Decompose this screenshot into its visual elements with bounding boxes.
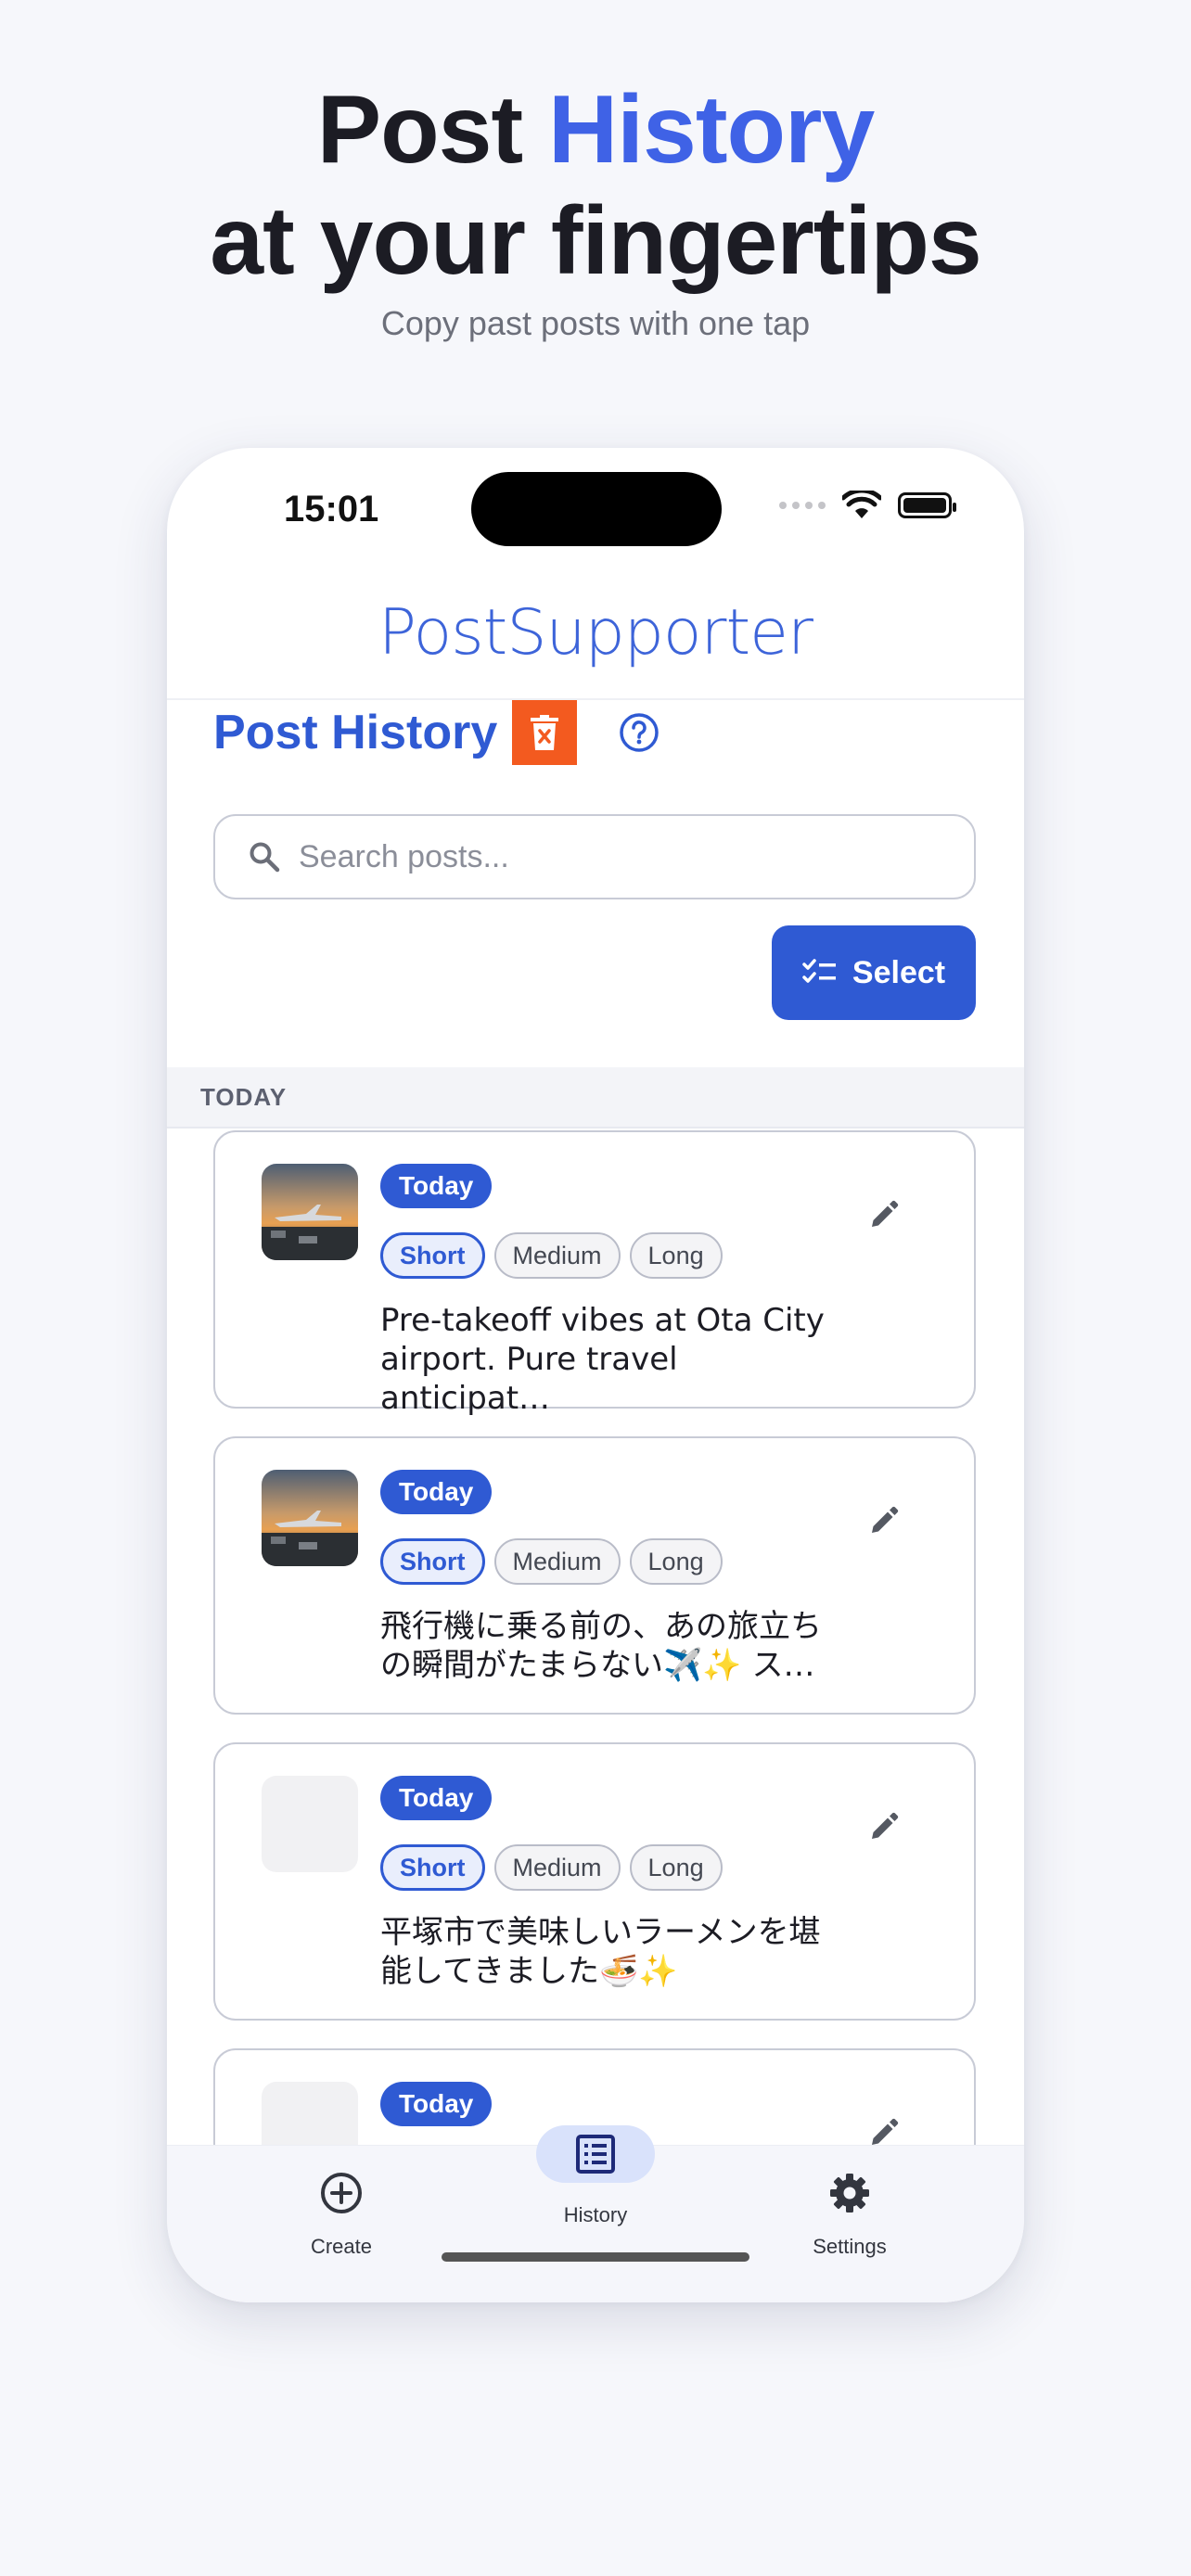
edit-pencil-icon[interactable] [868, 2117, 900, 2149]
cellular-signal-icon [779, 502, 826, 509]
hero-headline-line1: Post History [0, 74, 1191, 185]
dynamic-island [471, 472, 722, 546]
search-icon [250, 842, 280, 873]
date-badge: Today [380, 2082, 493, 2126]
post-thumbnail [262, 1164, 358, 1260]
post-history-header: Post History [213, 698, 660, 767]
select-button[interactable]: Select [772, 925, 976, 1020]
select-button-label: Select [852, 954, 946, 990]
post-text: Pre-takeoff vibes at Ota City airport. P… [380, 1302, 825, 1417]
chip-medium[interactable]: Medium [493, 1232, 621, 1279]
post-thumbnail-placeholder [262, 1776, 358, 1872]
delete-all-button[interactable] [512, 700, 578, 765]
tab-history-indicator [536, 2125, 655, 2183]
airport-sunset-image [262, 1164, 358, 1260]
app-title: PostSupporter [378, 596, 813, 670]
page-title: Post History [213, 706, 498, 759]
list-icon [576, 2135, 615, 2174]
tab-history[interactable]: History [503, 2125, 688, 2227]
checklist-icon [802, 959, 836, 983]
tab-settings[interactable]: Settings [757, 2146, 942, 2259]
search-input[interactable]: Search posts... [213, 814, 976, 899]
hero-headline-line2: at your fingertips [210, 187, 981, 295]
tab-create[interactable]: Create [249, 2146, 434, 2259]
date-badge: Today [380, 1776, 493, 1820]
chip-short[interactable]: Short [380, 1538, 485, 1585]
airport-sunset-image [262, 1470, 358, 1566]
tab-settings-label: Settings [813, 2235, 887, 2258]
post-text: 飛行機に乗る前の、あの旅立ちの瞬間がたまらない✈️✨ ス… [380, 1608, 822, 1684]
length-selector: Short Medium Long [380, 1538, 723, 1585]
battery-icon [898, 492, 956, 518]
post-card[interactable]: Today Short Medium Long Pre-takeoff vibe… [213, 1130, 976, 1417]
chip-long[interactable]: Long [629, 1844, 723, 1891]
hero-subtitle: Copy past posts with one tap [380, 304, 811, 342]
hero-headline-prefix: Post [316, 76, 523, 184]
chip-long[interactable]: Long [629, 1232, 723, 1279]
hero-headline-accent: History [547, 76, 875, 184]
plus-circle-icon [321, 2173, 362, 2213]
wifi-icon [842, 491, 881, 518]
post-text: 平塚市で美味しいラーメンを堪能してきました🍜✨ [380, 1914, 821, 1990]
edit-pencil-icon[interactable] [868, 1199, 900, 1231]
chip-short[interactable]: Short [380, 1844, 485, 1891]
status-icons [779, 491, 956, 520]
date-badge: Today [380, 1164, 493, 1208]
post-card[interactable]: Today Short Medium Long 平塚市で美味しいラーメンを堪能し… [213, 1742, 976, 2021]
tab-create-label: Create [310, 2235, 373, 2258]
length-selector: Short Medium Long [380, 1232, 723, 1279]
bottom-tab-bar: Create History Settings [167, 2125, 1024, 2302]
edit-pencil-icon[interactable] [868, 1505, 900, 1537]
chip-short[interactable]: Short [380, 1232, 485, 1279]
section-label: TODAY [200, 1082, 288, 1111]
chip-long[interactable]: Long [629, 1538, 723, 1585]
tab-history-label: History [563, 2203, 628, 2226]
section-header-today: TODAY [167, 1067, 1024, 1129]
trash-x-icon [531, 715, 559, 750]
gear-icon [830, 2174, 869, 2213]
length-selector: Short Medium Long [380, 1844, 723, 1891]
post-thumbnail [262, 1470, 358, 1566]
help-button[interactable] [618, 711, 660, 754]
help-circle-icon [620, 713, 660, 752]
date-badge: Today [380, 1470, 493, 1514]
chip-medium[interactable]: Medium [493, 1538, 621, 1585]
edit-pencil-icon[interactable] [868, 1811, 900, 1843]
search-placeholder: Search posts... [299, 838, 509, 874]
status-time: 15:01 [284, 489, 379, 529]
chip-medium[interactable]: Medium [493, 1844, 621, 1891]
post-card[interactable]: Today Short Medium Long 飛行機に乗る前の、あの旅立ちの瞬… [213, 1436, 976, 1715]
hero: Post History at your fingertips Copy pas… [0, 74, 1191, 343]
home-indicator [442, 2252, 749, 2262]
phone-frame: 15:01 PostSupporter Post History Search … [167, 448, 1024, 2302]
